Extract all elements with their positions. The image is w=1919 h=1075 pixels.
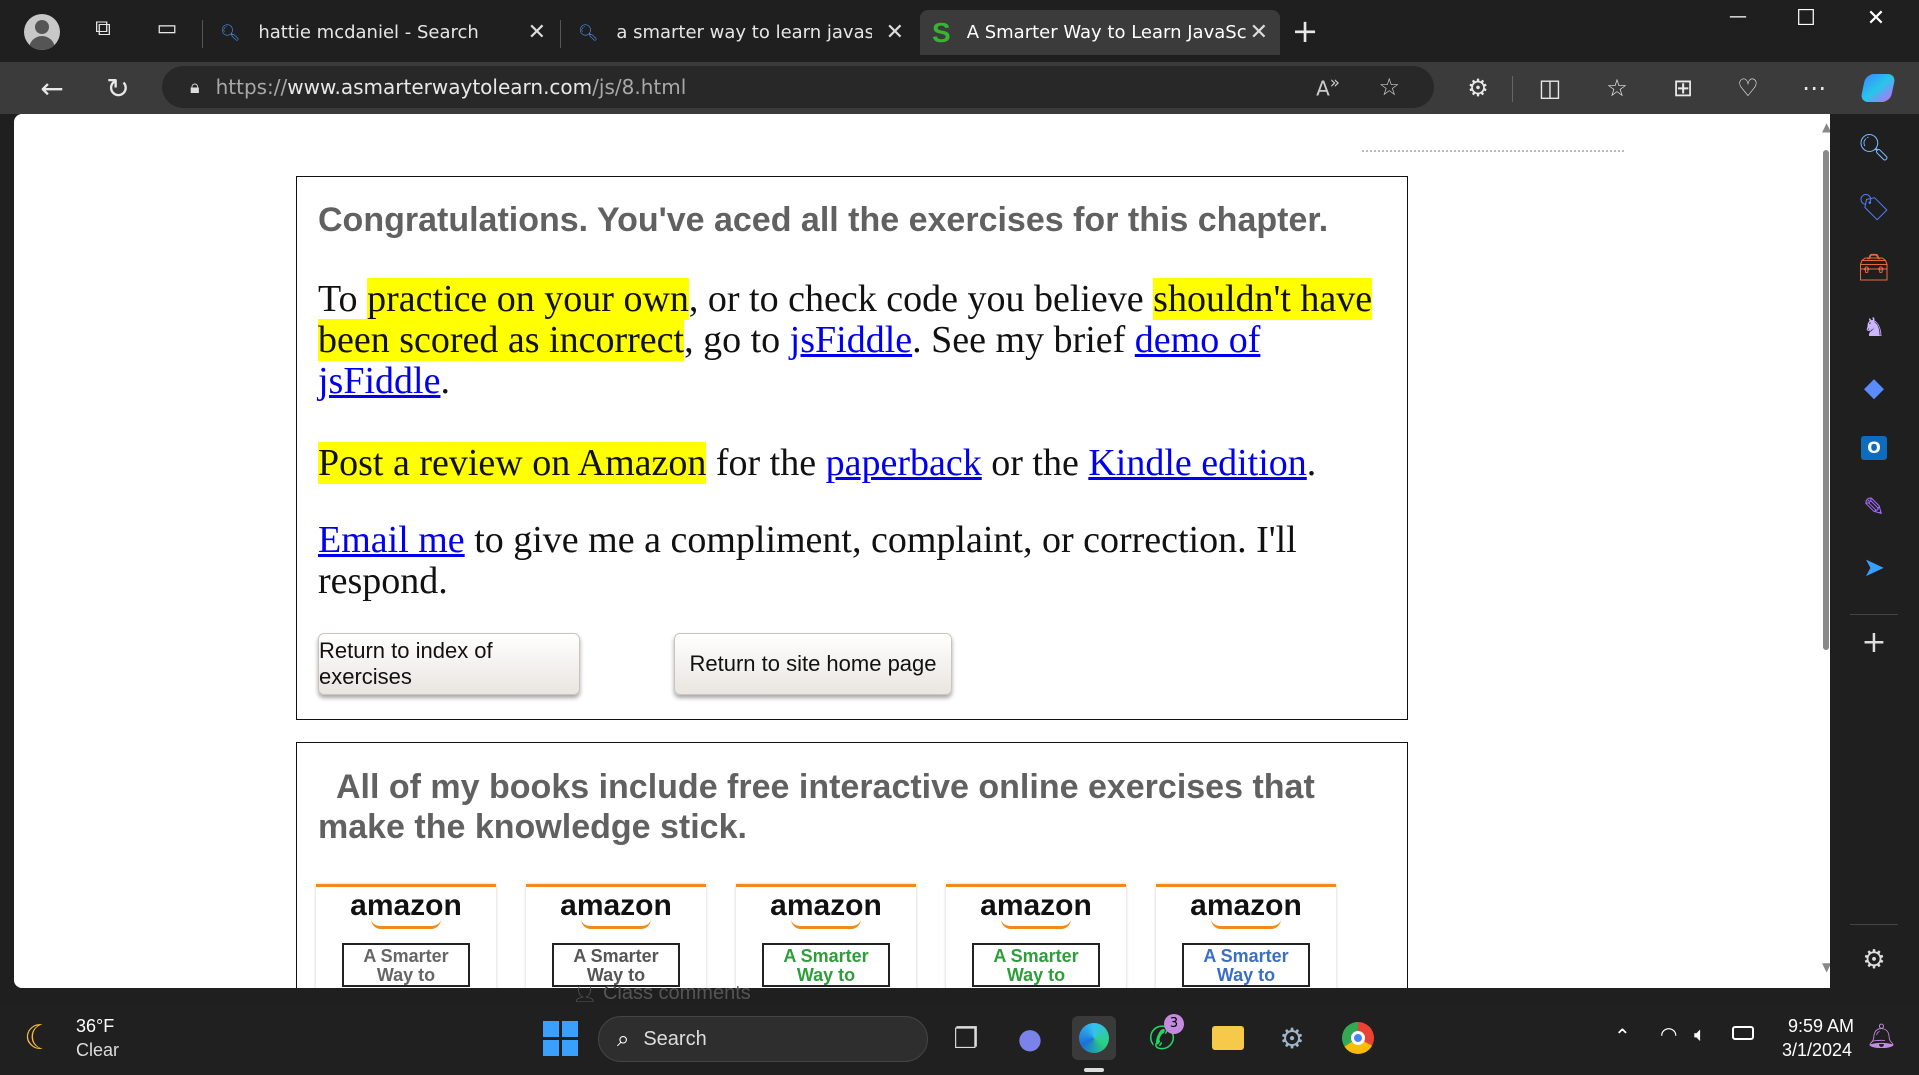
clock-date[interactable]: 3/1/2024 bbox=[1782, 1040, 1852, 1061]
tab-actions-icon[interactable]: ▭ bbox=[152, 16, 182, 46]
address-bar[interactable]: 🔒︎ https://www.asmarterwaytolearn.com/js… bbox=[162, 66, 1434, 108]
microsoft-365-icon[interactable]: ◆ bbox=[1852, 366, 1896, 410]
split-screen-icon[interactable]: ◫ bbox=[1530, 68, 1570, 108]
chrome-icon[interactable] bbox=[1336, 1016, 1380, 1060]
file-explorer-icon[interactable] bbox=[1206, 1016, 1250, 1060]
browser-toolbar: ← ↻ 🔒︎ https://www.asmarterwaytolearn.co… bbox=[0, 62, 1919, 114]
outlook-icon[interactable]: O bbox=[1852, 426, 1896, 470]
search-icon: 🔍︎ bbox=[578, 23, 599, 42]
volume-icon[interactable]: 🔈︎ bbox=[1694, 1022, 1706, 1046]
tab-search-hattie[interactable]: 🔍︎ hattie mcdaniel - Search ✕ bbox=[210, 10, 558, 55]
wifi-icon[interactable]: ◠ bbox=[1660, 1022, 1677, 1046]
highlight-review: Post a review on Amazon bbox=[318, 442, 707, 484]
review-paragraph: Post a review on Amazon for the paperbac… bbox=[318, 442, 1317, 484]
amazon-book[interactable]: amazon A Smarter Way to bbox=[736, 884, 916, 988]
shopping-tag-icon[interactable]: 🏷︎ bbox=[1852, 186, 1896, 230]
battery-icon[interactable] bbox=[1732, 1026, 1754, 1040]
weather-condition[interactable]: Clear bbox=[76, 1040, 119, 1061]
return-to-index-button[interactable]: Return to index of exercises bbox=[318, 633, 580, 695]
workspaces-icon[interactable]: ⧉ bbox=[88, 16, 118, 46]
games-icon[interactable]: ♞ bbox=[1852, 306, 1896, 350]
vertical-scrollbar[interactable]: ▲ ▼ bbox=[1822, 114, 1830, 988]
tools-icon[interactable]: 🧰︎ bbox=[1852, 246, 1896, 290]
email-paragraph: Email me to give me a compliment, compla… bbox=[318, 519, 1297, 602]
browser-essentials-icon[interactable]: ♡ bbox=[1728, 68, 1768, 108]
tab-title: a smarter way to learn javascript bbox=[616, 22, 873, 43]
settings-app-icon[interactable]: ⚙︎ bbox=[1270, 1016, 1314, 1060]
add-icon[interactable]: + bbox=[1852, 620, 1896, 664]
books-heading: All of my books include free interactive… bbox=[318, 768, 1315, 846]
close-icon[interactable]: ✕ bbox=[886, 20, 904, 45]
scrollbar-thumb[interactable] bbox=[1823, 150, 1829, 650]
email-me-link[interactable]: Email me bbox=[318, 519, 465, 561]
send-icon[interactable]: ➤ bbox=[1852, 546, 1896, 590]
designer-icon[interactable]: ✎ bbox=[1852, 486, 1896, 530]
paperback-link[interactable]: paperback bbox=[826, 442, 982, 484]
lock-icon: 🔒︎ bbox=[190, 76, 200, 98]
whatsapp-badge: 3 bbox=[1164, 1014, 1184, 1034]
windows-taskbar: ☾ 36°F Clear ⌕ Search ❐ ● ✆ 3 ⚙︎ ⌃ ◠ 🔈︎ … bbox=[0, 1002, 1919, 1075]
tab-title: hattie mcdaniel - Search bbox=[258, 22, 479, 43]
collections-icon[interactable]: ⊞ bbox=[1663, 68, 1703, 108]
edge-browser-icon[interactable] bbox=[1072, 1016, 1116, 1060]
tab-title: A Smarter Way to Learn JavaScrip bbox=[966, 22, 1247, 43]
highlight-practice: practice on your own bbox=[367, 278, 689, 320]
close-icon[interactable]: ✕ bbox=[528, 20, 546, 45]
teams-icon[interactable]: ● bbox=[1008, 1016, 1052, 1060]
profile-avatar[interactable] bbox=[24, 14, 60, 50]
amazon-book[interactable]: amazon A Smarter Way to bbox=[526, 884, 706, 988]
tab-smarter-way-active[interactable]: S A Smarter Way to Learn JavaScrip ✕ bbox=[920, 10, 1280, 55]
amazon-book[interactable]: amazon A Smarter Way to bbox=[1156, 884, 1336, 988]
refresh-icon[interactable]: ↻ bbox=[98, 68, 138, 108]
practice-paragraph: To practice on your own, or to check cod… bbox=[318, 278, 1373, 402]
extensions-icon[interactable]: ⚙︎ bbox=[1458, 68, 1498, 108]
new-tab-button[interactable]: + bbox=[1290, 12, 1320, 52]
return-to-home-button[interactable]: Return to site home page bbox=[674, 633, 952, 695]
copilot-icon[interactable] bbox=[1858, 68, 1898, 108]
scroll-down-arrow-icon[interactable]: ▼ bbox=[1822, 960, 1830, 974]
edge-sidebar: 🔍︎ 🏷︎ 🧰︎ ♞ ◆ O ✎ ➤ + ⚙︎ bbox=[1830, 114, 1919, 1002]
tab-search-smarter[interactable]: 🔍︎ a smarter way to learn javascript ✕ bbox=[568, 10, 916, 55]
s-logo-icon: S bbox=[932, 16, 951, 48]
congrats-heading: Congratulations. You've aced all the exe… bbox=[318, 201, 1329, 239]
weather-moon-icon[interactable]: ☾ bbox=[24, 1018, 54, 1058]
close-window-button[interactable]: ✕ bbox=[1856, 6, 1896, 46]
maximize-button[interactable]: ☐ bbox=[1786, 6, 1826, 46]
amazon-book[interactable]: amazon A Smarter Way to bbox=[316, 884, 496, 988]
search-icon[interactable]: 🔍︎ bbox=[1852, 126, 1896, 170]
tab-strip: ⧉ ▭ 🔍︎ hattie mcdaniel - Search ✕ 🔍︎ a s… bbox=[0, 0, 1919, 62]
chevron-up-icon[interactable]: ⌃ bbox=[1614, 1024, 1631, 1048]
more-options-icon[interactable]: ⋯ bbox=[1794, 68, 1834, 108]
weather-temp[interactable]: 36°F bbox=[76, 1016, 114, 1037]
jsfiddle-link[interactable]: jsFiddle bbox=[790, 319, 912, 361]
favorites-icon[interactable]: ☆ bbox=[1597, 68, 1637, 108]
close-icon[interactable]: ✕ bbox=[1250, 20, 1268, 45]
settings-gear-icon[interactable]: ⚙︎ bbox=[1852, 938, 1896, 982]
start-windows-icon[interactable] bbox=[538, 1016, 582, 1060]
taskbar-search-label: Search bbox=[643, 1027, 707, 1050]
task-view-icon[interactable]: ❐ bbox=[944, 1016, 988, 1060]
favorite-star-icon[interactable]: ☆ bbox=[1378, 73, 1400, 101]
minimize-button[interactable]: — bbox=[1718, 6, 1758, 46]
clock-time[interactable]: 9:59 AM bbox=[1788, 1016, 1854, 1037]
taskbar-search-box[interactable]: ⌕ Search bbox=[598, 1016, 928, 1062]
dotted-divider bbox=[1362, 150, 1624, 152]
search-icon: 🔍︎ bbox=[220, 23, 241, 42]
scroll-up-arrow-icon[interactable]: ▲ bbox=[1822, 120, 1830, 134]
search-icon: ⌕ bbox=[617, 1026, 630, 1052]
page-viewport: Congratulations. You've aced all the exe… bbox=[14, 114, 1830, 988]
kindle-edition-link[interactable]: Kindle edition bbox=[1088, 442, 1306, 484]
amazon-book[interactable]: amazon A Smarter Way to bbox=[946, 884, 1126, 988]
read-aloud-icon[interactable]: A» bbox=[1316, 73, 1340, 101]
back-arrow-icon[interactable]: ← bbox=[32, 68, 72, 108]
address-url: https://www.asmarterwaytolearn.com/js/8.… bbox=[215, 75, 687, 99]
congrats-card: Congratulations. You've aced all the exe… bbox=[296, 176, 1408, 720]
notification-bell-icon[interactable]: 🔔︎ bbox=[1866, 1022, 1896, 1050]
